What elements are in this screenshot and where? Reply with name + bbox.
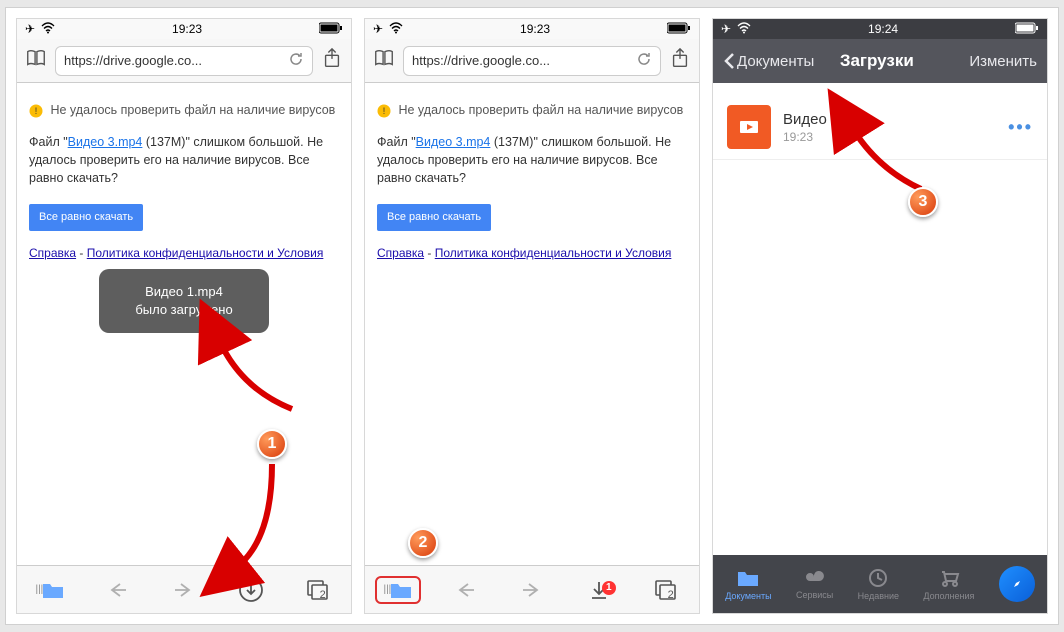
- arrow-to-download: [217, 459, 287, 584]
- share-icon[interactable]: [321, 47, 343, 74]
- tab-browser[interactable]: [999, 566, 1035, 602]
- statusbar: ✈ 19:24: [713, 19, 1047, 39]
- battery-icon: [1015, 22, 1039, 37]
- book-icon[interactable]: [25, 47, 47, 74]
- wifi-icon: [389, 22, 403, 37]
- tab-addons[interactable]: Дополнения: [923, 568, 974, 601]
- folder-button[interactable]: |||: [27, 580, 73, 600]
- airplane-icon: ✈: [25, 22, 35, 36]
- warning-body: Файл "Видео 3.mp4 (137M)" слишком большо…: [29, 133, 339, 187]
- battery-icon: [667, 22, 691, 37]
- url-input[interactable]: https://drive.google.co...: [55, 46, 313, 76]
- download-anyway-button[interactable]: Все равно скачать: [29, 204, 143, 232]
- browser-bottombar: ||| 2: [17, 565, 351, 613]
- page-title: Загрузки: [784, 51, 969, 71]
- url-input[interactable]: https://drive.google.co...: [403, 46, 661, 76]
- statusbar: ✈ 19:23: [17, 19, 351, 39]
- help-link[interactable]: Справка: [377, 246, 424, 260]
- tabs-button[interactable]: 2: [643, 579, 689, 601]
- step-badge-2: 2: [408, 528, 438, 558]
- tab-documents[interactable]: Документы: [725, 568, 771, 601]
- warning-icon: !: [29, 104, 43, 118]
- privacy-link[interactable]: Политика конфиденциальности и Условия: [435, 246, 672, 260]
- page-content: ! Не удалось проверить файл на наличие в…: [17, 83, 351, 263]
- tab-services[interactable]: Сервисы: [796, 569, 833, 600]
- wifi-icon: [41, 22, 55, 37]
- back-button[interactable]: [442, 581, 488, 599]
- download-toast: Видео 1.mp4 было загружено: [99, 269, 269, 333]
- svg-text:!: !: [35, 106, 38, 116]
- svg-text:!: !: [383, 106, 386, 116]
- file-app-bottombar: Документы Сервисы Недавние Дополнения: [713, 555, 1047, 613]
- status-time: 19:23: [172, 22, 202, 36]
- browser-toolbar: https://drive.google.co...: [365, 39, 699, 83]
- arrow-to-toast: [212, 334, 302, 419]
- book-icon[interactable]: [373, 47, 395, 74]
- compass-icon: [999, 566, 1035, 602]
- footer-links: Справка - Политика конфиденциальности и …: [29, 245, 339, 262]
- more-button[interactable]: •••: [1008, 117, 1033, 138]
- edit-button[interactable]: Изменить: [969, 53, 1037, 70]
- status-time: 19:24: [868, 22, 898, 36]
- download-badge: 1: [602, 581, 616, 595]
- help-link[interactable]: Справка: [29, 246, 76, 260]
- warning-title: ! Не удалось проверить файл на наличие в…: [29, 101, 339, 119]
- statusbar: ✈ 19:23: [365, 19, 699, 39]
- folder-button[interactable]: |||: [375, 576, 421, 604]
- downloads-button[interactable]: 1: [576, 579, 622, 601]
- screen-1: ✈ 19:23 https://drive.google.co...: [16, 18, 352, 614]
- download-anyway-button[interactable]: Все равно скачать: [377, 204, 491, 232]
- browser-toolbar: https://drive.google.co...: [17, 39, 351, 83]
- screen-3: ✈ 19:24 Документы Загрузки Изменить: [712, 18, 1048, 614]
- forward-button[interactable]: [161, 581, 207, 599]
- file-link[interactable]: Видео 3.mp4: [68, 135, 143, 149]
- battery-icon: [319, 22, 343, 37]
- browser-bottombar: ||| 1 2: [365, 565, 699, 613]
- status-time: 19:23: [520, 22, 550, 36]
- step-badge-3: 3: [908, 187, 938, 217]
- step-badge-1: 1: [257, 429, 287, 459]
- tabs-button[interactable]: 2: [295, 579, 341, 601]
- warning-icon: !: [377, 104, 391, 118]
- page-content: ! Не удалось проверить файл на наличие в…: [365, 83, 699, 263]
- privacy-link[interactable]: Политика конфиденциальности и Условия: [87, 246, 324, 260]
- tab-recent[interactable]: Недавние: [858, 568, 899, 601]
- reload-icon[interactable]: [636, 51, 652, 70]
- warning-body: Файл "Видео 3.mp4 (137M)" слишком большо…: [377, 133, 687, 187]
- airplane-icon: ✈: [721, 22, 731, 36]
- back-button[interactable]: [94, 581, 140, 599]
- airplane-icon: ✈: [373, 22, 383, 36]
- footer-links: Справка - Политика конфиденциальности и …: [377, 245, 687, 262]
- video-thumbnail-icon: [727, 105, 771, 149]
- reload-icon[interactable]: [288, 51, 304, 70]
- forward-button[interactable]: [509, 581, 555, 599]
- wifi-icon: [737, 22, 751, 37]
- share-icon[interactable]: [669, 47, 691, 74]
- warning-title: ! Не удалось проверить файл на наличие в…: [377, 101, 687, 119]
- screen-2: ✈ 19:23 https://drive.google.co...: [364, 18, 700, 614]
- file-app-header: Документы Загрузки Изменить: [713, 39, 1047, 83]
- file-link[interactable]: Видео 3.mp4: [416, 135, 491, 149]
